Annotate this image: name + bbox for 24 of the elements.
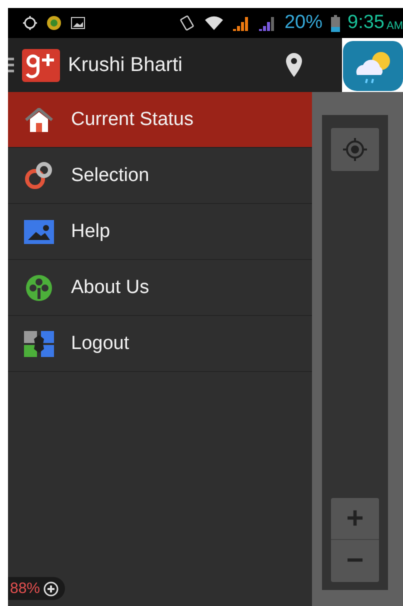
weather-cloud-rain-icon[interactable]	[342, 39, 402, 91]
image-icon	[70, 15, 86, 31]
puzzle-icon	[24, 330, 54, 356]
rings-icon	[24, 162, 54, 190]
signal-icon	[232, 15, 250, 31]
plus-circle-icon	[43, 580, 60, 596]
signal-icon	[258, 15, 276, 31]
menu-icon[interactable]	[8, 57, 14, 73]
app-title: Krushi Bharti	[68, 54, 182, 76]
app-logo-icon	[22, 48, 60, 82]
battery-saver-percentage: 88%	[10, 580, 40, 597]
tree-circle-icon	[24, 274, 54, 302]
clock-meridiem: AM	[386, 20, 403, 32]
picture-icon	[24, 220, 54, 244]
clock: 9:35	[348, 12, 384, 34]
drawer-item[interactable]: Current Status	[8, 92, 312, 148]
battery-icon	[330, 14, 340, 32]
vibrate-icon	[178, 14, 196, 32]
battery-percentage: 20%	[284, 12, 323, 34]
gps-icon	[22, 15, 38, 31]
location-pin-icon[interactable]	[286, 53, 302, 77]
app-notification-icon	[46, 15, 62, 31]
house-icon	[24, 108, 54, 132]
wifi-icon	[204, 15, 224, 31]
